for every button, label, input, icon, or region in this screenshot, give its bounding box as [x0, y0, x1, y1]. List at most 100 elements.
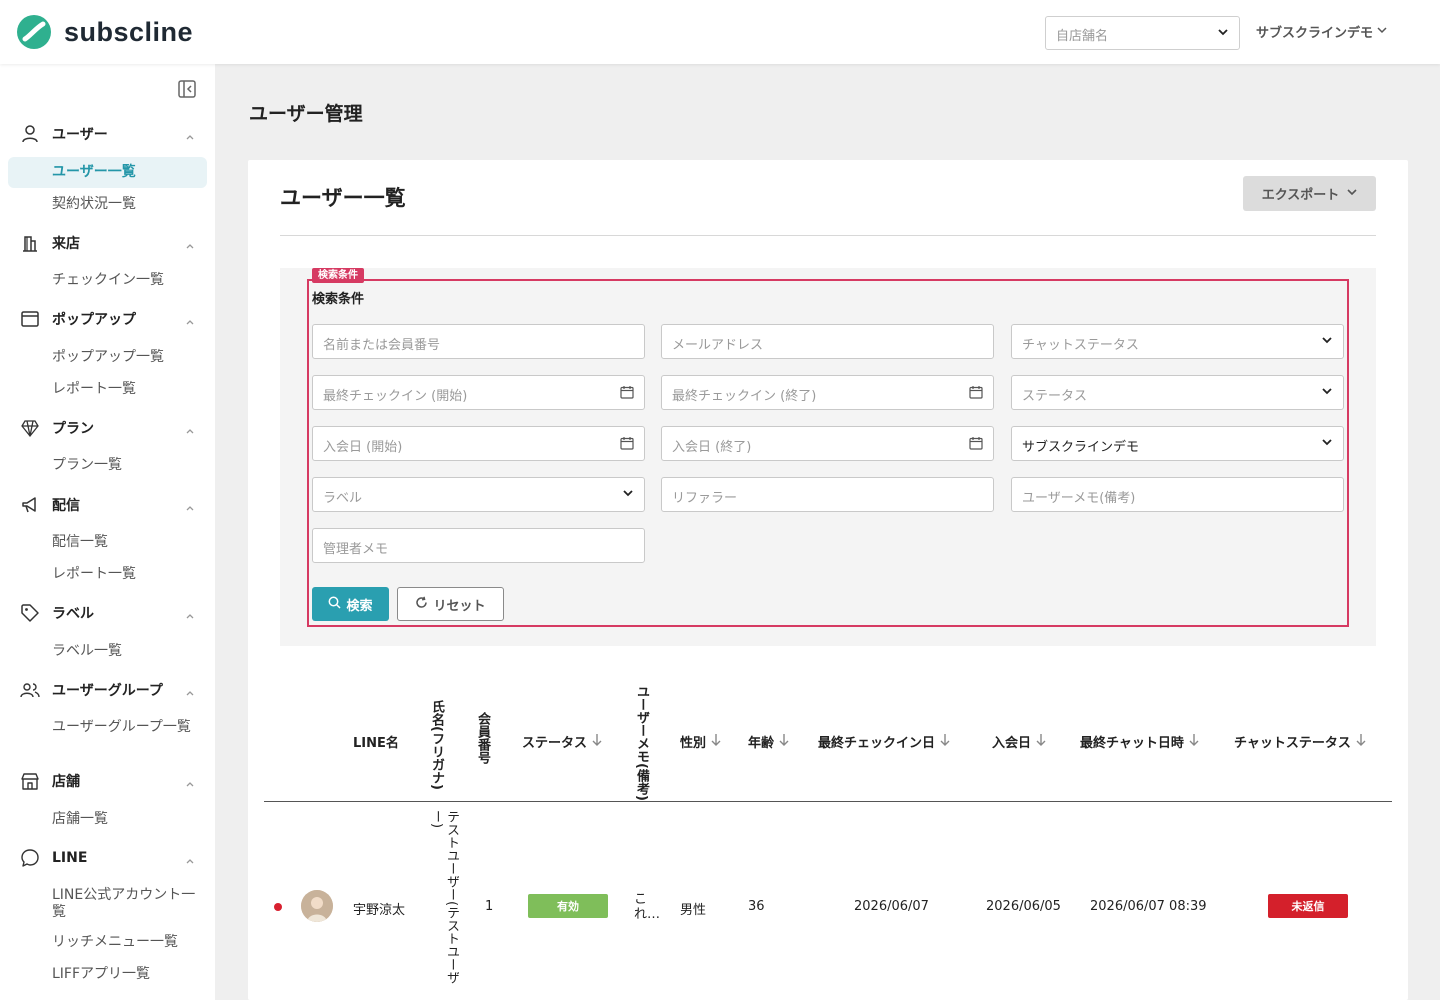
chat-status-select[interactable]: チャットステータス — [1011, 324, 1344, 359]
search-button[interactable]: 検索 — [312, 587, 389, 621]
sort-arrow-icon[interactable] — [939, 733, 951, 751]
export-button[interactable]: エクスポート — [1243, 176, 1376, 211]
sidebar-group-plan[interactable]: プラン — [20, 417, 195, 439]
sort-arrow-icon[interactable] — [1188, 733, 1200, 751]
admin-memo-input[interactable]: 管理者メモ — [312, 528, 645, 563]
col-gender[interactable]: 性別 — [680, 732, 722, 751]
referrer-input[interactable]: リファラー — [661, 477, 994, 512]
search-panel: 検索条件 検索条件 名前または会員番号 メールアドレス チャットステータス 最終… — [280, 268, 1376, 646]
sidebar-item-popups[interactable]: ポップアップ一覧 — [52, 349, 197, 366]
chevron-up-icon — [185, 127, 195, 146]
reset-button[interactable]: リセット — [397, 587, 504, 621]
user-list-card: ユーザー一覧 エクスポート 検索条件 検索条件 名前または会員番号 メールアドレ… — [248, 160, 1408, 1000]
sidebar-item-user-list[interactable]: ユーザー一覧 — [52, 164, 197, 181]
cell-member-no: 1 — [485, 899, 494, 914]
chevron-down-icon — [1347, 186, 1357, 201]
store-select[interactable]: 自店舗名 — [1045, 16, 1240, 50]
sidebar-group-label: LINE — [52, 850, 88, 866]
sidebar-group-label: ユーザーグループ — [52, 683, 163, 699]
sidebar-group-user[interactable]: ユーザー — [20, 123, 195, 145]
sidebar-group-store[interactable]: 店舗 — [20, 770, 195, 792]
col-memo[interactable]: ユーザーメモ(備考) — [634, 685, 649, 801]
label-select[interactable]: ラベル — [312, 477, 645, 512]
sidebar-item-plans[interactable]: プラン一覧 — [52, 457, 197, 474]
app-logo[interactable]: subscline — [16, 14, 193, 50]
sidebar-group-label: ユーザー — [52, 127, 108, 143]
placeholder: 名前または会員番号 — [323, 338, 441, 353]
placeholder: チャットステータス — [1022, 338, 1139, 353]
user-memo-input[interactable]: ユーザーメモ(備考) — [1011, 477, 1344, 512]
search-tag: 検索条件 — [312, 268, 364, 283]
sidebar-item-delivery-reports[interactable]: レポート一覧 — [52, 566, 197, 583]
calendar-icon[interactable] — [969, 436, 983, 454]
sidebar-item-checkins[interactable]: チェックイン一覧 — [52, 272, 197, 289]
col-label: 性別 — [680, 736, 707, 751]
sidebar-group-delivery[interactable]: 配信 — [20, 494, 195, 516]
users-icon — [20, 680, 40, 700]
cell-last-chat: 2026/06/07 08:39 — [1090, 899, 1207, 914]
cell-kana: テストユーザー(テストユーザー) — [429, 810, 459, 985]
sidebar-item-stores[interactable]: 店舗一覧 — [52, 811, 197, 828]
calendar-icon[interactable] — [620, 436, 634, 454]
sidebar-group-label: 来店 — [52, 236, 80, 252]
placeholder: 最終チェックイン (終了) — [672, 389, 817, 404]
sidebar-group-label[interactable]: ラベル — [20, 602, 195, 624]
placeholder: 管理者メモ — [323, 542, 389, 557]
account-menu[interactable]: サブスクラインデモ — [1256, 22, 1387, 41]
sidebar-item-usergroups[interactable]: ユーザーグループ一覧 — [52, 719, 197, 736]
cell-memo: これ… — [634, 892, 661, 922]
logo-text: subscline — [64, 16, 194, 47]
calendar-icon[interactable] — [969, 385, 983, 403]
page-title: ユーザー管理 — [249, 103, 363, 125]
diamond-icon — [20, 418, 40, 438]
sidebar-item-richmenus[interactable]: リッチメニュー一覧 — [52, 934, 197, 951]
email-input[interactable]: メールアドレス — [661, 324, 994, 359]
status-select[interactable]: ステータス — [1011, 375, 1344, 410]
col-label: 最終チェックイン日 — [818, 736, 936, 751]
megaphone-icon — [20, 495, 40, 515]
col-status[interactable]: ステータス — [522, 732, 603, 751]
join-end-date[interactable]: 入会日 (終了) — [661, 426, 994, 461]
name-or-member-input[interactable]: 名前または会員番号 — [312, 324, 645, 359]
sidebar-group-line[interactable]: LINE — [20, 847, 195, 869]
sort-arrow-icon[interactable] — [710, 733, 722, 751]
sort-arrow-icon[interactable] — [1035, 733, 1047, 751]
sidebar-item-line-accounts[interactable]: LINE公式アカウント一覧 — [52, 887, 197, 921]
join-start-date[interactable]: 入会日 (開始) — [312, 426, 645, 461]
col-member-no[interactable]: 会員番号 — [475, 712, 490, 772]
sidebar-item-deliveries[interactable]: 配信一覧 — [52, 534, 197, 551]
sort-arrow-icon[interactable] — [591, 733, 603, 751]
calendar-icon[interactable] — [620, 385, 634, 403]
col-line-name[interactable]: LINE名 — [353, 732, 399, 751]
reset-button-label: リセット — [433, 598, 486, 614]
sidebar-collapse-icon[interactable] — [177, 79, 197, 99]
sort-arrow-icon[interactable] — [1355, 733, 1367, 751]
account-select[interactable]: サブスクラインデモ — [1011, 426, 1344, 461]
col-last-chat[interactable]: 最終チャット日時 — [1080, 732, 1200, 751]
sidebar-item-contracts[interactable]: 契約状況一覧 — [52, 196, 197, 213]
sidebar-item-liff[interactable]: LIFFアプリ一覧 — [52, 966, 197, 983]
checkin-start-date[interactable]: 最終チェックイン (開始) — [312, 375, 645, 410]
chevron-up-icon — [185, 851, 195, 870]
chevron-up-icon — [185, 774, 195, 793]
col-kana[interactable]: 氏名(フリガナ) — [429, 700, 444, 790]
col-chat-status[interactable]: チャットステータス — [1234, 732, 1367, 751]
chevron-down-icon — [1321, 334, 1333, 350]
sidebar-item-labels[interactable]: ラベル一覧 — [52, 643, 197, 660]
sort-arrow-icon[interactable] — [778, 733, 790, 751]
placeholder: ラベル — [323, 491, 363, 506]
sidebar-group-visit[interactable]: 来店 — [20, 232, 195, 254]
chat-status-badge: 未返信 — [1268, 894, 1348, 918]
col-joined[interactable]: 入会日 — [992, 732, 1047, 751]
sidebar-group-usergroup[interactable]: ユーザーグループ — [20, 679, 195, 701]
logo-icon — [16, 14, 54, 50]
sidebar-item-popup-reports[interactable]: レポート一覧 — [52, 381, 197, 398]
building-icon — [20, 233, 40, 253]
checkin-end-date[interactable]: 最終チェックイン (終了) — [661, 375, 994, 410]
col-last-checkin[interactable]: 最終チェックイン日 — [818, 732, 951, 751]
sidebar: ユーザー ユーザー一覧 契約状況一覧 来店 チェックイン一覧 ポップアップ ポッ… — [0, 64, 215, 1000]
placeholder: 最終チェックイン (開始) — [323, 389, 468, 404]
sidebar-group-popup[interactable]: ポップアップ — [20, 308, 195, 330]
chevron-down-icon — [1321, 436, 1333, 452]
col-age[interactable]: 年齢 — [748, 732, 790, 751]
